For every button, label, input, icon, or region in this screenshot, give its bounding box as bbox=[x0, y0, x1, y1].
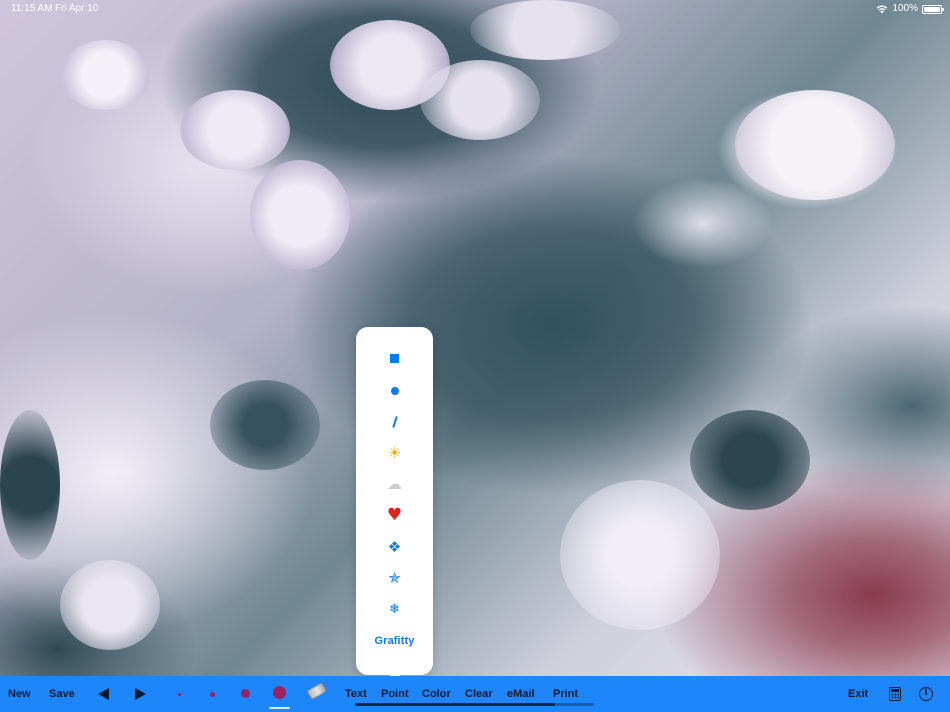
battery-icon bbox=[922, 4, 944, 14]
paint-blob bbox=[60, 560, 160, 650]
brush-size-medium[interactable] bbox=[241, 689, 250, 698]
star-icon: ✯ bbox=[388, 568, 401, 587]
paint-blob bbox=[60, 40, 150, 110]
toolbar-scroll-indicator[interactable] bbox=[355, 703, 594, 706]
paint-blob bbox=[180, 90, 290, 170]
paint-blob bbox=[420, 60, 540, 140]
scroll-thumb[interactable] bbox=[355, 703, 555, 706]
wifi-icon bbox=[876, 5, 888, 14]
email-button[interactable]: eMail bbox=[507, 676, 535, 712]
calculator-icon[interactable] bbox=[889, 687, 901, 701]
square-icon bbox=[390, 353, 399, 363]
paint-blob bbox=[735, 90, 895, 200]
point-style-popover: ☀ ☁ ♥ ❖ ✯ ❄ Grafitty bbox=[356, 327, 433, 675]
triangle-left-icon[interactable] bbox=[98, 688, 109, 700]
star-stamp-option[interactable]: ✯ bbox=[356, 564, 433, 592]
selected-brush-indicator bbox=[269, 707, 290, 709]
diamonds-icon: ❖ bbox=[387, 537, 402, 556]
battery-fill bbox=[924, 6, 940, 12]
circle-shape-option[interactable] bbox=[356, 377, 433, 405]
paint-blob bbox=[560, 480, 720, 630]
sun-icon: ☀ bbox=[387, 443, 402, 462]
drawing-canvas[interactable] bbox=[0, 0, 950, 676]
battery-percent: 100% bbox=[892, 3, 918, 14]
square-shape-option[interactable] bbox=[356, 344, 433, 372]
brush-size-small[interactable] bbox=[210, 692, 215, 697]
grafitty-label: Grafitty bbox=[374, 635, 415, 647]
snowflake-stamp-option[interactable]: ❄ bbox=[356, 595, 433, 623]
info-icon[interactable]: i bbox=[919, 687, 933, 701]
bottom-toolbar: New Save Text Point Color Clear eMail Pr… bbox=[0, 676, 950, 712]
point-button[interactable]: Point bbox=[381, 676, 409, 712]
circle-icon bbox=[390, 387, 399, 395]
triangle-right-icon[interactable] bbox=[135, 688, 146, 700]
line-shape-option[interactable] bbox=[356, 408, 433, 436]
grafitty-option[interactable]: Grafitty bbox=[356, 627, 433, 655]
calculator-screen bbox=[891, 689, 899, 692]
status-bar: 11:15 AM Fri Apr 10 100% bbox=[0, 0, 950, 18]
calculator-keys bbox=[891, 693, 899, 699]
cloud-stamp-option[interactable]: ☁ bbox=[356, 470, 433, 498]
status-date: Fri Apr 10 bbox=[55, 3, 99, 14]
paint-blob bbox=[690, 410, 810, 510]
sun-stamp-option[interactable]: ☀ bbox=[356, 439, 433, 467]
print-button[interactable]: Print bbox=[553, 676, 578, 712]
snowflake-icon: ❄ bbox=[389, 601, 400, 617]
heart-icon: ♥ bbox=[386, 504, 403, 525]
save-button[interactable]: Save bbox=[49, 676, 75, 712]
paint-blob bbox=[0, 410, 60, 560]
color-button[interactable]: Color bbox=[422, 676, 451, 712]
status-time: 11:15 AM bbox=[11, 3, 53, 14]
new-button[interactable]: New bbox=[8, 676, 31, 712]
clear-button[interactable]: Clear bbox=[465, 676, 493, 712]
status-indicators: 100% bbox=[876, 0, 944, 18]
diamond-stamp-option[interactable]: ❖ bbox=[356, 533, 433, 561]
paint-blob bbox=[250, 160, 350, 270]
paint-blob bbox=[210, 380, 320, 470]
text-button[interactable]: Text bbox=[345, 676, 367, 712]
brush-size-tiny[interactable] bbox=[178, 693, 181, 696]
heart-stamp-option[interactable]: ♥ bbox=[356, 501, 433, 529]
line-icon bbox=[391, 415, 398, 429]
cloud-icon: ☁ bbox=[387, 474, 402, 493]
brush-size-large[interactable] bbox=[273, 686, 286, 699]
exit-button[interactable]: Exit bbox=[848, 676, 868, 712]
